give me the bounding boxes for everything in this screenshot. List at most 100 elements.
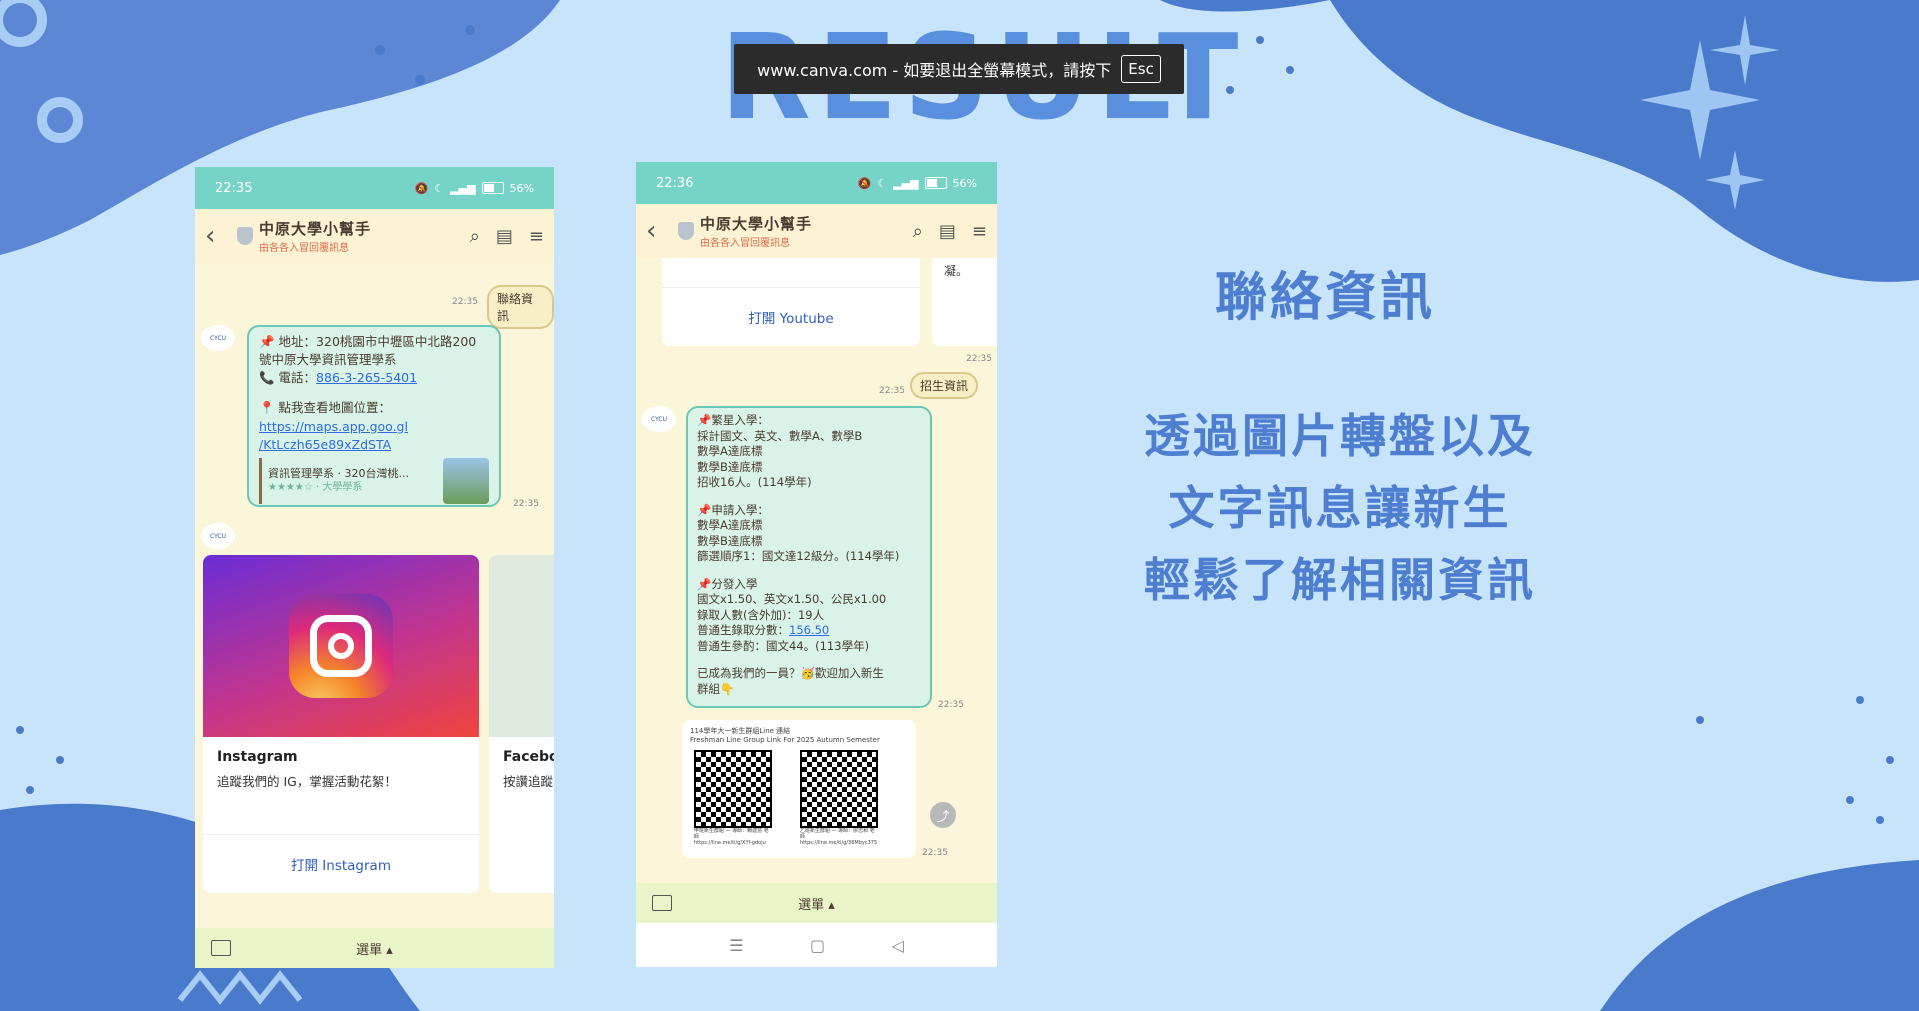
bubble-time: 22:35 [938,700,964,710]
android-nav-bar: ☰ ▢ ◁ [636,923,997,967]
chat-title: 中原大學小幫手 [700,215,813,233]
qr-time: 22:35 [922,848,948,858]
moon-icon: ☾ [877,176,888,190]
phone-screenshot-contact: 22:35 🔕 ☾ ▂▄▆ 56% ‹ 中原大學小幫手 由各各入冒回覆訊息 ⌕ … [195,167,554,968]
status-time: 22:35 [215,180,253,196]
youtube-card: 打開 Youtube [662,258,920,346]
qr-image-message[interactable]: 114學年大一新生群組Line 連結 Freshman Line Group L… [682,720,916,858]
esc-key[interactable]: Esc [1121,55,1161,83]
share-icon[interactable]: ⤴ [930,802,956,828]
signal-icon: ▂▄▆ [450,181,476,195]
line: 篩選順序1：國文達12級分。(114學年) [697,549,900,564]
moon-icon: ☾ [434,181,445,195]
instagram-icon [289,594,393,698]
menu-icon[interactable]: ≡ [972,221,987,242]
line: 數學A達底標 [697,518,763,533]
menu-toggle[interactable]: 選單 ▴ [798,894,835,913]
map-card-title: 資訊管理學系 · 320台灣桃... [268,466,409,480]
line: 數學A達底標 [697,444,763,459]
bot-avatar[interactable]: CYCU [642,406,676,432]
chat-header: ‹ 中原大學小幫手 由各各入冒回覆訊息 ⌕ ▤ ≡ [636,204,997,258]
fullscreen-toast: www.canva.com - 如要退出全螢幕模式，請按下 Esc [734,44,1184,94]
map-preview-card[interactable]: 資訊管理學系 · 320台灣桃... ★★★★☆ · 大學學系 [259,457,489,504]
chat-subtitle: 由各各入冒回覆訊息 [700,238,790,249]
instagram-banner [203,555,479,737]
description: 透過圖片轉盤以及 文字訊息讓新生 輕鬆了解相關資訊 [1130,400,1550,616]
recent-apps-icon[interactable]: ☰ [729,936,743,955]
notes-icon[interactable]: ▤ [939,221,956,242]
back-icon[interactable]: ‹ [205,221,231,251]
status-time: 22:36 [656,175,694,191]
facebook-card: Faceboo 按讚追蹤 [489,555,554,893]
map-thumbnail [443,457,489,504]
shield-icon [237,227,253,245]
keyboard-icon[interactable] [211,940,231,956]
instagram-card: Instagram 追蹤我們的 IG，掌握活動花絮！ 打開 Instagram [203,555,479,893]
phone-screenshot-admission: 22:36 🔕 ☾ ▂▄▆ 56% ‹ 中原大學小幫手 由各各入冒回覆訊息 ⌕ … [636,162,997,967]
status-bar: 22:36 🔕 ☾ ▂▄▆ 56% [636,162,997,204]
qr-code-b [800,750,878,828]
menu-toggle[interactable]: 選單 ▴ [356,939,393,958]
chat-subtitle: 由各各入冒回覆訊息 [259,243,349,254]
line: 國文x1.50、英文x1.50、公民x1.00 [697,592,887,607]
battery-level: 56% [509,181,534,195]
description-line: 輕鬆了解相關資訊 [1144,553,1536,607]
qr-caption-a: 甲班新生群組 — 導師：賴建慧 老師 [694,828,769,840]
user-message-tag[interactable]: 聯絡資訊 [487,285,554,329]
message-time: 22:35 [879,386,905,396]
user-message-tag[interactable]: 招生資訊 [910,372,979,399]
card-description: 追蹤我們的 IG，掌握活動花絮！ [217,774,397,789]
battery-level: 56% [952,176,977,190]
address-line-2: 號中原大學資訊管理學系 [259,352,397,368]
card-description: 按讚追蹤 [503,774,554,789]
map-card-rating: ★★★★☆ · 大學學系 [268,482,363,494]
contact-bubble: 📌 地址：320桃園市中壢區中北路200 號中原大學資訊管理學系 📞 電話：88… [247,325,501,507]
line: 📌申請入學： [697,502,769,517]
back-icon[interactable]: ‹ [646,216,672,246]
back-nav-icon[interactable]: ◁ [891,936,903,955]
open-youtube-button[interactable]: 打開 Youtube [662,287,920,346]
chat-title: 中原大學小幫手 [259,220,372,238]
search-icon[interactable]: ⌕ [913,221,923,242]
line: 📌繁星入學： [697,413,769,427]
address-line-1: 📌 地址：320桃園市中壢區中北路200 [259,334,477,349]
phone-link[interactable]: 886-3-265-5401 [316,370,417,385]
open-instagram-button[interactable]: 打開 Instagram [203,834,479,893]
bot-avatar[interactable]: CYCU [201,325,235,351]
menu-icon[interactable]: ≡ [529,226,544,247]
mute-icon: 🔕 [414,181,429,195]
status-icons: 🔕 ☾ ▂▄▆ 56% [415,182,534,195]
toast-text: www.canva.com - 如要退出全螢幕模式，請按下 [757,61,1112,80]
bot-avatar[interactable]: CYCU [201,523,235,549]
card-title: Instagram [217,749,298,765]
message-time: 22:35 [452,297,478,307]
line: 數學B達底標 [697,459,763,474]
line: 數學B達底標 [697,533,763,548]
section-title: 聯絡資訊 [1215,268,1436,328]
notes-icon[interactable]: ▤ [496,226,513,247]
status-icons: 🔕 ☾ ▂▄▆ 56% [858,177,977,190]
line: 招收16人。(114學年) [697,475,812,490]
map-label: 📍 點我查看地圖位置： [259,400,392,416]
keyboard-icon[interactable] [652,895,672,911]
qr-caption-b: 乙班新生群組 — 導師：廖志和 老師 [800,828,875,840]
chat-header: ‹ 中原大學小幫手 由各各入冒回覆訊息 ⌕ ▤ ≡ [195,209,554,263]
menu-bar: 選單 ▴ [636,883,997,923]
map-link-2[interactable]: /KtLczh65e89xZdSTA [259,436,489,454]
map-link-1[interactable]: https://maps.app.goo.gl [259,418,489,436]
line: 錄取人數(含外加)：19人 [697,607,825,622]
next-card: 凝。 [932,258,997,346]
search-icon[interactable]: ⌕ [470,226,480,247]
card-title: Faceboo [503,749,554,765]
phone-label: 📞 電話： [259,370,317,386]
shield-icon [678,222,694,240]
score-link[interactable]: 156.50 [789,623,829,637]
card-partial-text: 凝。 [944,264,969,278]
menu-bar: 選單 ▴ [195,928,554,968]
home-icon[interactable]: ▢ [810,936,825,955]
qr-title: 114學年大一新生群組Line 連結 [690,727,791,735]
message-time: 22:35 [966,354,992,364]
status-bar: 22:35 🔕 ☾ ▂▄▆ 56% [195,167,554,209]
line: 採計國文、英文、數學A、數學B [697,428,863,443]
chat-area: 打開 Youtube 凝。 22:35 22:35 招生資訊 CYCU 📌繁星入… [636,258,997,883]
